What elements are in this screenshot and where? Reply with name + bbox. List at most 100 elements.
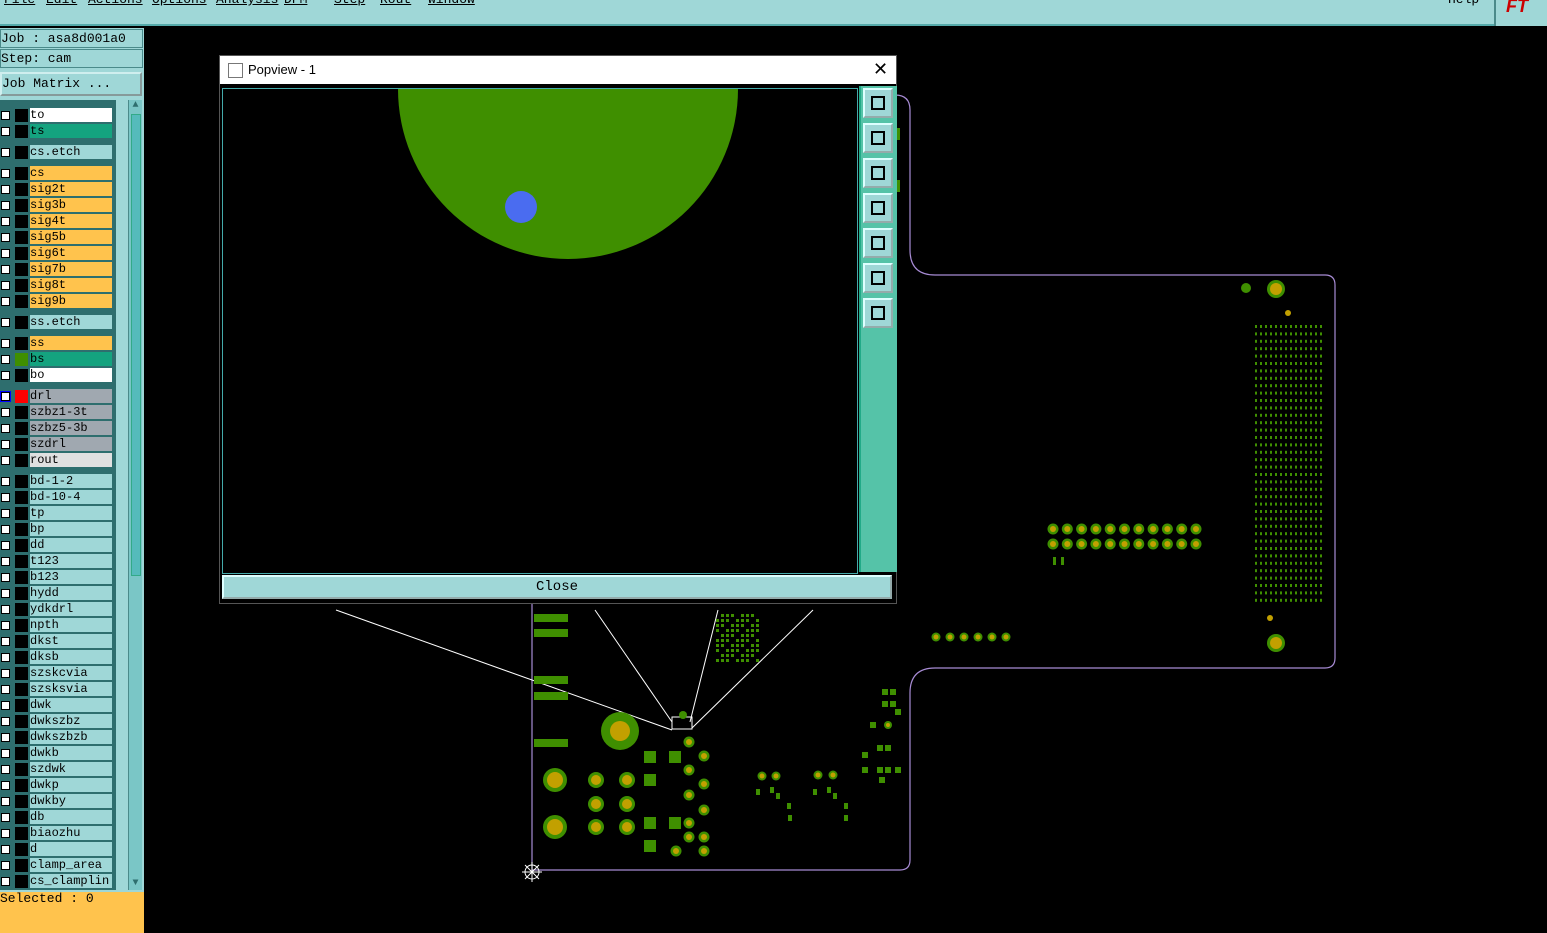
small-pad xyxy=(716,639,719,642)
bga-pad xyxy=(1255,421,1257,425)
bga-pad xyxy=(1275,539,1277,543)
bga-pad xyxy=(1280,547,1282,550)
bga-pad xyxy=(1280,406,1282,410)
bga-pad xyxy=(1255,369,1257,373)
bga-pad xyxy=(1275,332,1277,336)
small-pad xyxy=(756,639,759,642)
bga-pad xyxy=(1315,480,1317,484)
pan-right-button[interactable] xyxy=(863,228,893,258)
zoom-out-button[interactable] xyxy=(863,263,893,293)
popview-close-button[interactable]: Close xyxy=(222,575,892,599)
bga-pad xyxy=(1305,502,1307,506)
bga-pad xyxy=(1320,480,1322,484)
small-pad xyxy=(721,634,724,637)
bga-pad xyxy=(1295,591,1297,595)
bga-pad xyxy=(1280,436,1282,439)
bga-pad xyxy=(1270,354,1272,358)
small-pad xyxy=(731,634,734,637)
bga-pad xyxy=(1315,376,1317,380)
bga-pad xyxy=(1295,458,1297,462)
bga-pad xyxy=(1290,524,1292,528)
bga-pad xyxy=(1280,576,1282,580)
bga-pad xyxy=(1300,413,1302,417)
bga-pad xyxy=(1315,473,1317,476)
view-line xyxy=(691,609,814,729)
bga-pad xyxy=(1305,569,1307,573)
bga-pad xyxy=(1310,532,1312,536)
bga-pad xyxy=(1300,362,1302,365)
bga-pad xyxy=(1290,598,1292,602)
bga-pad xyxy=(1280,502,1282,506)
zoom-down-button[interactable] xyxy=(863,158,893,188)
bga-pad xyxy=(1265,362,1267,365)
bga-pad xyxy=(1260,576,1262,580)
bga-pad xyxy=(1320,450,1322,454)
bga-pad xyxy=(1295,339,1297,343)
bga-pad xyxy=(1285,450,1287,454)
small-pad xyxy=(741,619,744,622)
bga-pad xyxy=(1315,510,1317,513)
bga-pad xyxy=(1290,347,1292,351)
small-pad xyxy=(731,629,734,632)
bga-pad xyxy=(1300,325,1302,328)
bga-pad xyxy=(1260,480,1262,484)
bga-pad xyxy=(1310,421,1312,425)
zoom-in-button[interactable] xyxy=(863,298,893,328)
bga-pad xyxy=(1285,480,1287,484)
popview-viewport[interactable] xyxy=(222,88,858,574)
pad-drill xyxy=(701,781,707,787)
small-pad xyxy=(736,624,739,627)
bga-pad xyxy=(1260,391,1262,395)
bga-pad xyxy=(1280,443,1282,447)
bga-pad xyxy=(1270,524,1272,528)
bga-pad xyxy=(1295,369,1297,373)
bga-pad xyxy=(1300,517,1302,521)
window-icon xyxy=(228,63,243,78)
bga-pad xyxy=(1320,347,1322,351)
bga-pad xyxy=(1270,473,1272,476)
bga-pad xyxy=(1255,569,1257,573)
close-icon[interactable]: ✕ xyxy=(873,59,888,80)
bga-pad xyxy=(1290,369,1292,373)
bga-pad xyxy=(1260,465,1262,469)
bga-pad xyxy=(1315,584,1317,587)
small-pad xyxy=(827,787,831,793)
small-pad xyxy=(788,815,792,821)
bga-pad xyxy=(1320,554,1322,558)
bga-pad xyxy=(1310,384,1312,388)
bga-pad xyxy=(1270,465,1272,469)
bga-pad xyxy=(1260,347,1262,351)
fit-view-button[interactable] xyxy=(863,88,893,118)
bga-pad xyxy=(1310,547,1312,550)
header-drill xyxy=(947,634,953,640)
bga-pad xyxy=(1255,406,1257,410)
bga-pad xyxy=(1310,487,1312,491)
bga-pad xyxy=(1315,569,1317,573)
zoom-up-button[interactable] xyxy=(863,123,893,153)
bga-pad xyxy=(1295,584,1297,587)
bga-pad xyxy=(1255,576,1257,580)
small-pad xyxy=(726,654,729,657)
bga-pad xyxy=(1290,576,1292,580)
small-pad xyxy=(751,634,754,637)
bga-pad xyxy=(1290,547,1292,550)
small-pad xyxy=(731,614,734,617)
bga-pad xyxy=(1310,569,1312,573)
bga-pad xyxy=(1310,517,1312,521)
small-pad xyxy=(736,619,739,622)
pad-drill xyxy=(591,822,601,832)
bga-pad xyxy=(1305,547,1307,550)
bga-pad xyxy=(1320,517,1322,521)
bga-pad xyxy=(1290,517,1292,521)
bga-pad xyxy=(1260,458,1262,462)
bga-pad xyxy=(1270,376,1272,380)
pan-left-button[interactable] xyxy=(863,193,893,223)
bga-pad xyxy=(1255,362,1257,365)
bga-pad xyxy=(1310,576,1312,580)
bga-pad xyxy=(1300,547,1302,550)
bga-pad xyxy=(1290,384,1292,388)
popview-titlebar[interactable]: Popview - 1 ✕ xyxy=(220,56,896,84)
bga-pad xyxy=(1270,584,1272,587)
bga-pad xyxy=(1270,458,1272,462)
bga-pad xyxy=(1310,561,1312,565)
